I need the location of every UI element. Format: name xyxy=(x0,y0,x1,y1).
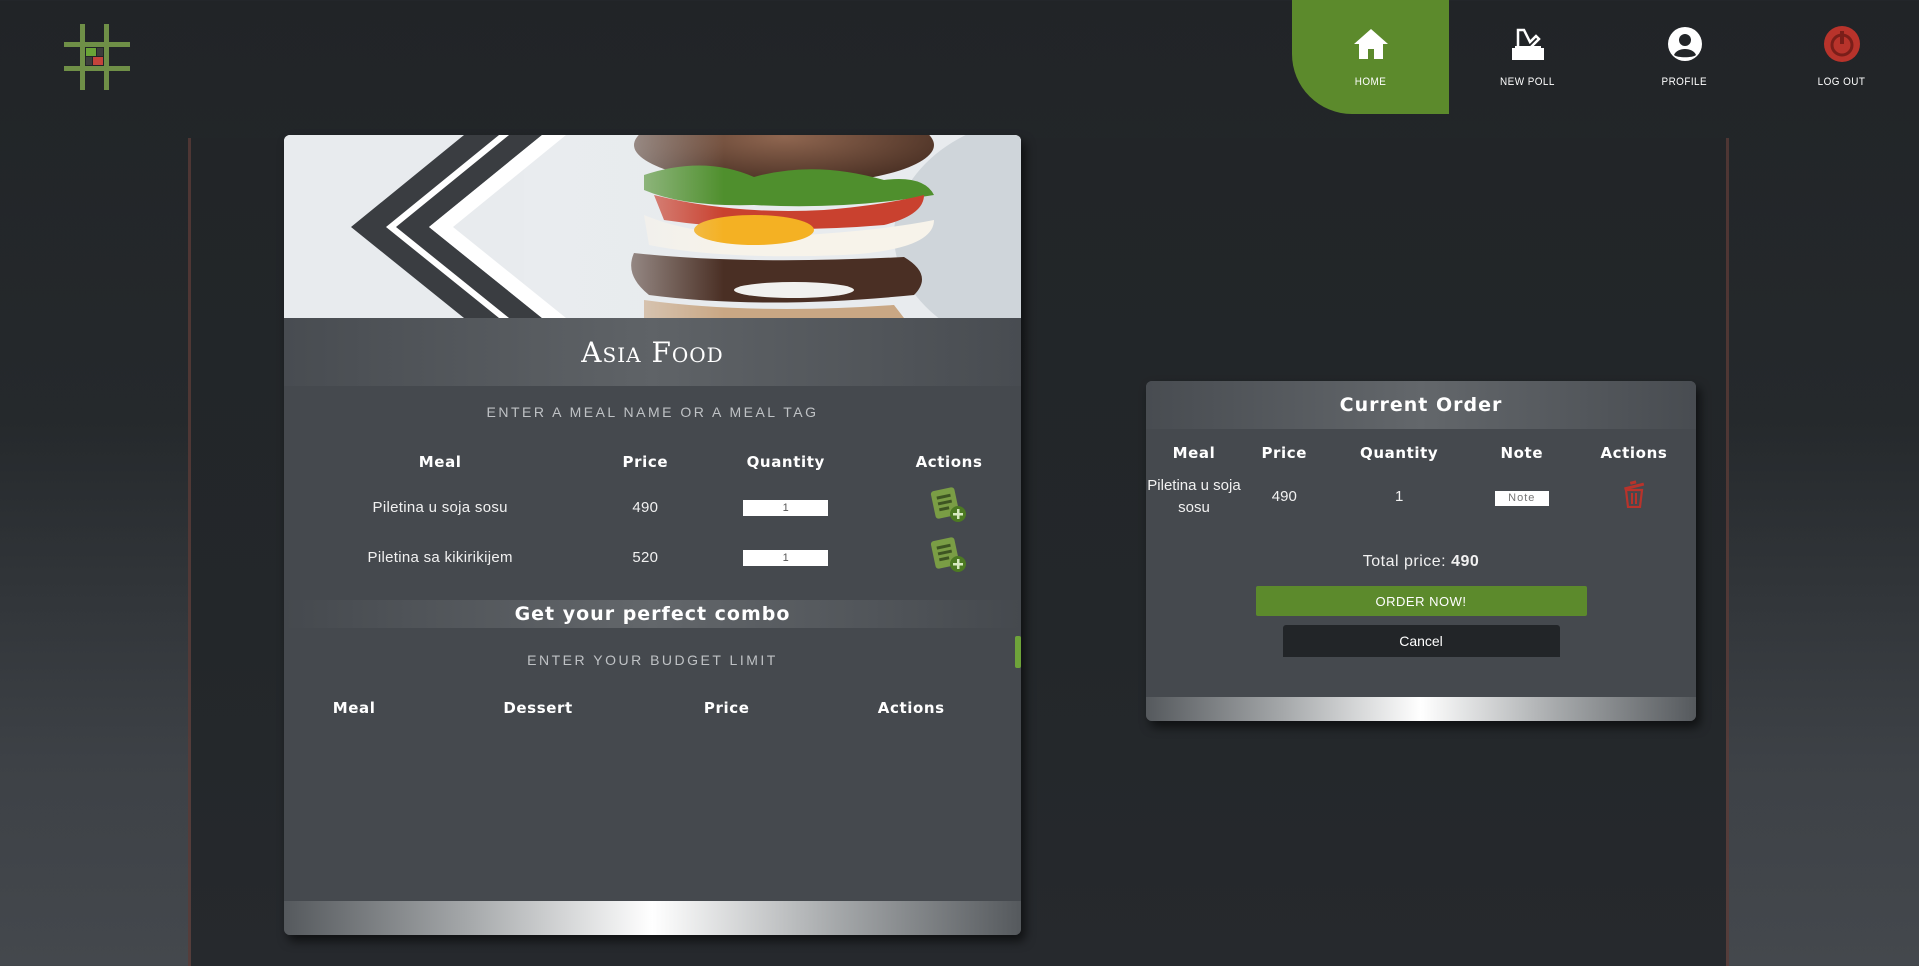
order-table: Meal Price Quantity Note Actions Piletin… xyxy=(1146,437,1696,525)
add-to-order-icon[interactable] xyxy=(929,536,969,574)
actions-cell xyxy=(1572,469,1696,525)
order-title: Current Order xyxy=(1146,381,1696,429)
scrollbar-thumb[interactable] xyxy=(1015,636,1021,668)
combo-table: Meal Dessert Price Actions xyxy=(284,688,1021,728)
table-row: Piletina sa kikirikijem 520 xyxy=(284,532,1021,582)
nav-home-label: HOME xyxy=(1354,76,1387,88)
cancel-button[interactable]: Cancel xyxy=(1282,625,1560,657)
add-to-order-icon[interactable] xyxy=(929,486,969,524)
meal-price: 520 xyxy=(632,548,659,566)
restaurant-card: Asia Food Meal Price Quantity Actions Pi… xyxy=(284,135,1021,935)
menu-table: Meal Price Quantity Actions Piletina u s… xyxy=(284,442,1021,582)
table-row: Piletina u soja sosu 490 1 xyxy=(1146,469,1696,525)
table-row: Piletina u soja sosu 490 xyxy=(284,482,1021,532)
column-header-dessert: Dessert xyxy=(503,699,573,717)
frame-left-border xyxy=(188,138,191,966)
column-header-price: Price xyxy=(703,699,750,717)
actions-cell xyxy=(877,532,1021,582)
restaurant-hero-image xyxy=(284,135,1021,318)
nav-profile-label: PROFILE xyxy=(1661,76,1708,88)
budget-input[interactable] xyxy=(284,632,1021,688)
column-header-actions: Actions xyxy=(877,699,945,717)
frame-right-border xyxy=(1726,138,1729,966)
trash-icon[interactable] xyxy=(1622,479,1646,508)
column-header-price: Price xyxy=(622,453,669,471)
column-header-meal: Meal xyxy=(332,699,376,717)
home-icon xyxy=(1351,24,1391,64)
total-price-value: 490 xyxy=(1451,553,1480,570)
quantity-cell xyxy=(694,482,877,532)
meal-search-input[interactable] xyxy=(284,386,1021,438)
column-header-note: Note xyxy=(1500,444,1544,462)
nav-logout[interactable]: LOG OUT xyxy=(1763,0,1919,114)
actions-cell xyxy=(877,482,1021,532)
column-header-quantity: Quantity xyxy=(1360,444,1439,462)
quantity-cell xyxy=(694,532,877,582)
column-header-quantity: Quantity xyxy=(746,453,825,471)
card-footer-bar xyxy=(284,901,1021,935)
new-poll-icon xyxy=(1508,24,1548,64)
app-logo[interactable] xyxy=(62,22,132,92)
nav-profile[interactable]: PROFILE xyxy=(1606,0,1763,114)
quantity-input[interactable] xyxy=(743,550,829,566)
column-header-meal: Meal xyxy=(418,453,462,471)
nav-new-poll[interactable]: NEW POLL xyxy=(1449,0,1606,114)
meal-price: 490 xyxy=(632,498,659,516)
total-price: Total price: 490 xyxy=(1146,553,1696,571)
order-now-button[interactable]: ORDER NOW! xyxy=(1255,586,1587,616)
nav-home[interactable]: HOME xyxy=(1292,0,1449,114)
meal-name: Piletina u soja sosu xyxy=(372,498,508,516)
order-meal-price: 490 xyxy=(1271,488,1297,505)
power-icon xyxy=(1822,24,1862,64)
combo-title: Get your perfect combo xyxy=(284,600,1021,628)
order-footer-bar xyxy=(1146,697,1696,721)
meal-name: Piletina sa kikirikijem xyxy=(367,548,513,566)
order-meal-quantity: 1 xyxy=(1394,488,1404,505)
quantity-input[interactable] xyxy=(743,500,829,516)
nav-logout-label: LOG OUT xyxy=(1817,76,1866,88)
nav-new-poll-label: NEW POLL xyxy=(1500,76,1555,88)
column-header-meal: Meal xyxy=(1172,444,1216,462)
column-header-actions: Actions xyxy=(1600,444,1668,462)
restaurant-title: Asia Food xyxy=(284,318,1021,386)
column-header-actions: Actions xyxy=(915,453,983,471)
top-nav: HOME NEW POLL PROFILE LOG OUT xyxy=(1292,0,1919,114)
note-cell xyxy=(1472,469,1572,525)
current-order-card: Current Order Meal Price Quantity Note A… xyxy=(1146,381,1696,721)
note-input[interactable] xyxy=(1494,490,1549,506)
order-meal-name: Piletina u soja sosu xyxy=(1147,477,1241,516)
total-price-label: Total price: xyxy=(1362,553,1447,570)
column-header-price: Price xyxy=(1261,444,1308,462)
profile-icon xyxy=(1665,24,1705,64)
